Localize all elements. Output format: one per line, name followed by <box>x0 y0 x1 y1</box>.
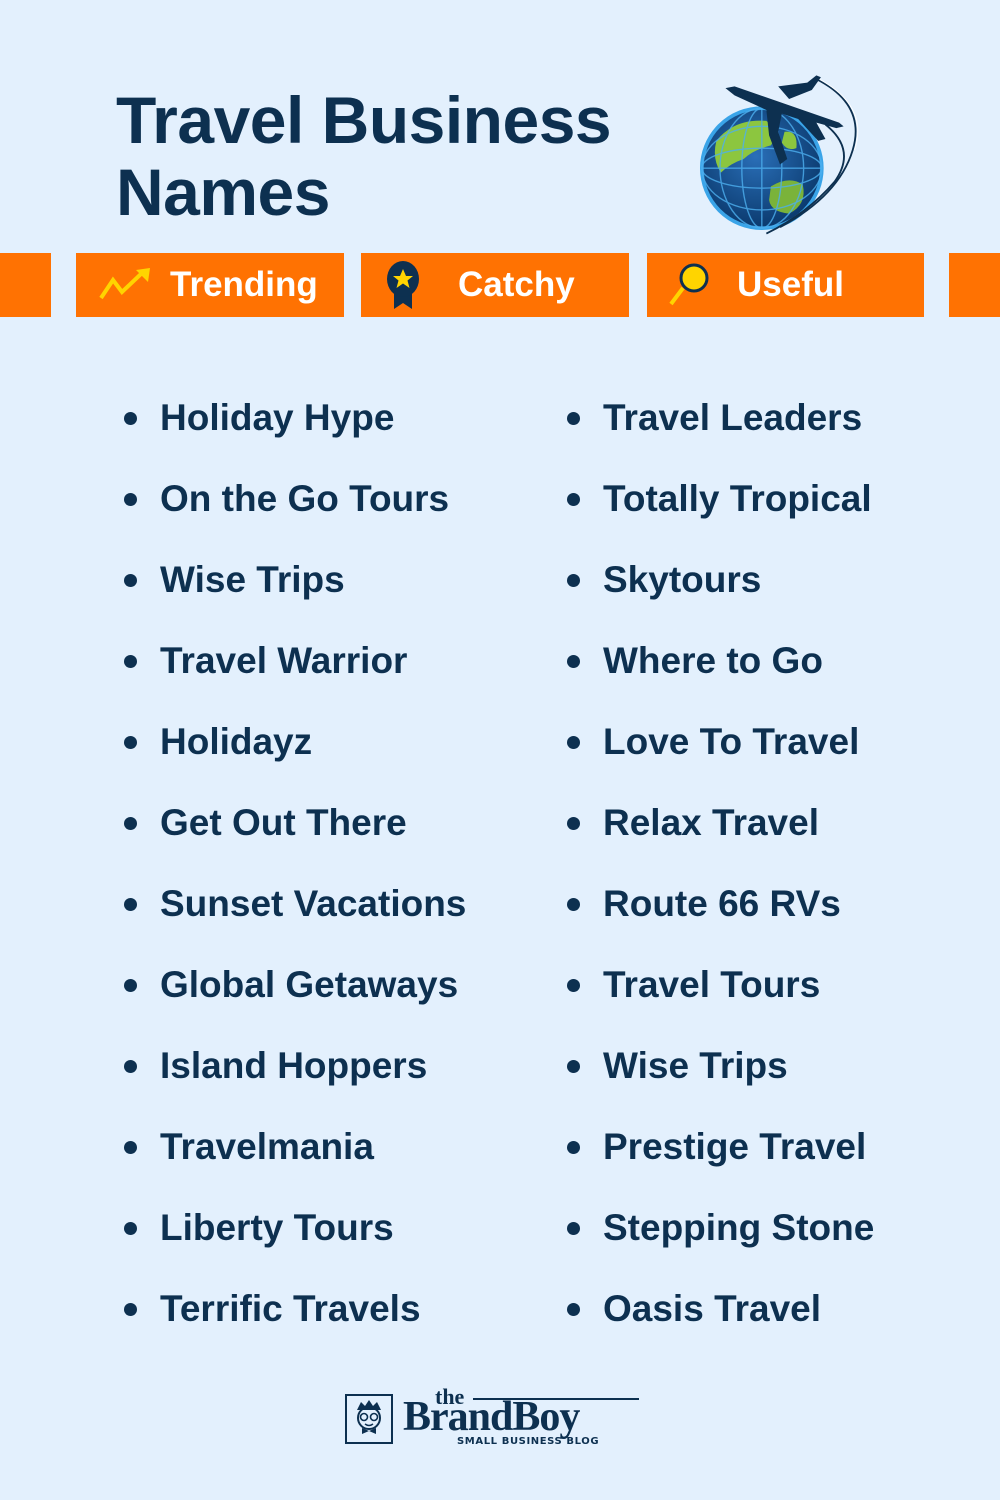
business-name: Travel Warrior <box>160 640 408 681</box>
bullet-icon <box>567 898 580 911</box>
bullet-icon <box>124 493 137 506</box>
business-name: Prestige Travel <box>603 1126 867 1167</box>
business-name: Holiday Hype <box>160 397 395 438</box>
bullet-icon <box>124 1222 137 1235</box>
bullet-icon <box>567 1141 580 1154</box>
business-name: Travel Leaders <box>603 397 863 438</box>
bullet-icon <box>124 736 137 749</box>
trending-up-arrow-icon <box>99 268 150 300</box>
list-item: Route 66 RVs <box>567 878 874 959</box>
globe-with-airplane-icon <box>699 75 859 235</box>
list-item: Travelmania <box>124 1121 466 1202</box>
business-name: Get Out There <box>160 802 407 843</box>
list-item: Terrific Travels <box>124 1283 466 1364</box>
bullet-icon <box>124 1141 137 1154</box>
title-line-2: Names <box>116 155 330 229</box>
tag-label: Useful <box>737 265 844 304</box>
business-name: Terrific Travels <box>160 1288 421 1329</box>
list-item: Relax Travel <box>567 797 874 878</box>
business-name: Wise Trips <box>160 559 345 600</box>
business-name: Where to Go <box>603 640 823 681</box>
list-item: Love To Travel <box>567 716 874 797</box>
bullet-icon <box>567 1303 580 1316</box>
business-name: Stepping Stone <box>603 1207 875 1248</box>
bullet-icon <box>124 817 137 830</box>
award-ribbon-star-icon <box>387 261 419 309</box>
list-item: Travel Leaders <box>567 392 874 473</box>
magnifying-glass-icon <box>669 263 709 306</box>
list-item: Travel Tours <box>567 959 874 1040</box>
business-name: Global Getaways <box>160 964 459 1005</box>
business-name: Love To Travel <box>603 721 860 762</box>
decorative-band-right <box>949 253 1000 317</box>
bullet-icon <box>567 1060 580 1073</box>
business-name: Holidayz <box>160 721 313 762</box>
list-item: Sunset Vacations <box>124 878 466 959</box>
bullet-icon <box>567 736 580 749</box>
business-name: Island Hoppers <box>160 1045 428 1086</box>
list-item: Holidayz <box>124 716 466 797</box>
bullet-icon <box>124 898 137 911</box>
list-item: Wise Trips <box>567 1040 874 1121</box>
tag-label: Trending <box>170 265 318 304</box>
bullet-icon <box>567 655 580 668</box>
list-item: Holiday Hype <box>124 392 466 473</box>
page-title: Travel Business Names <box>116 83 612 229</box>
list-item: Where to Go <box>567 635 874 716</box>
list-item: Liberty Tours <box>124 1202 466 1283</box>
list-item: Prestige Travel <box>567 1121 874 1202</box>
mascot-icon <box>345 1394 393 1444</box>
list-item: Travel Warrior <box>124 635 466 716</box>
bullet-icon <box>567 493 580 506</box>
tag-trending[interactable]: Trending <box>76 253 344 317</box>
list-item: Wise Trips <box>124 554 466 635</box>
bullet-icon <box>124 979 137 992</box>
business-name: Wise Trips <box>603 1045 788 1086</box>
logo-brand-text: BrandBoy <box>403 1394 580 1440</box>
list-item: Oasis Travel <box>567 1283 874 1364</box>
list-item: Skytours <box>567 554 874 635</box>
bullet-icon <box>124 1060 137 1073</box>
names-list-right: Travel Leaders Totally Tropical Skytours… <box>567 392 874 1364</box>
names-list-left: Holiday Hype On the Go Tours Wise Trips … <box>124 392 466 1364</box>
business-name: Relax Travel <box>603 802 819 843</box>
tag-useful[interactable]: Useful <box>647 253 924 317</box>
list-item: Stepping Stone <box>567 1202 874 1283</box>
list-item: Get Out There <box>124 797 466 878</box>
business-name: Oasis Travel <box>603 1288 822 1329</box>
bullet-icon <box>124 412 137 425</box>
bullet-icon <box>124 574 137 587</box>
business-name: Totally Tropical <box>603 478 872 519</box>
bullet-icon <box>567 817 580 830</box>
business-name: Travelmania <box>160 1126 374 1167</box>
list-item: Island Hoppers <box>124 1040 466 1121</box>
bullet-icon <box>124 655 137 668</box>
logo-tagline: SMALL BUSINESS BLOG <box>457 1436 600 1447</box>
brandboy-logo[interactable]: the BrandBoy SMALL BUSINESS BLOG <box>343 1384 643 1450</box>
tag-catchy[interactable]: Catchy <box>361 253 629 317</box>
bullet-icon <box>567 412 580 425</box>
decorative-band-left <box>0 253 51 317</box>
list-item: Global Getaways <box>124 959 466 1040</box>
bullet-icon <box>567 574 580 587</box>
tag-label: Catchy <box>458 265 575 304</box>
bullet-icon <box>567 979 580 992</box>
business-name: Sunset Vacations <box>160 883 467 924</box>
business-name: Skytours <box>603 559 762 600</box>
title-line-1: Travel Business <box>116 83 612 157</box>
list-item: Totally Tropical <box>567 473 874 554</box>
business-name: On the Go Tours <box>160 478 450 519</box>
business-name: Liberty Tours <box>160 1207 394 1248</box>
bullet-icon <box>124 1303 137 1316</box>
bullet-icon <box>567 1222 580 1235</box>
list-item: On the Go Tours <box>124 473 466 554</box>
business-name: Travel Tours <box>603 964 821 1005</box>
business-name: Route 66 RVs <box>603 883 841 924</box>
